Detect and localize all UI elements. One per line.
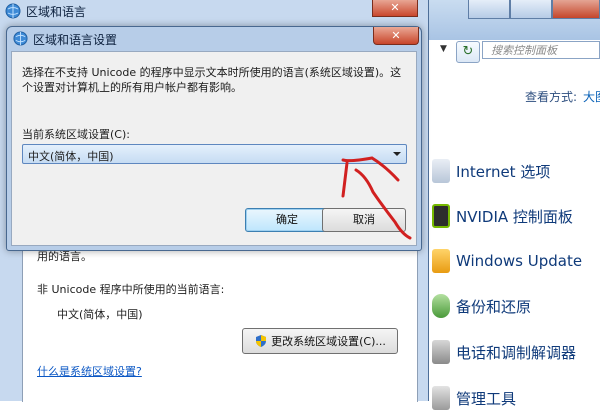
cp-item-label: 电话和调制解调器 <box>456 343 577 362</box>
ok-button[interactable]: 确定 <box>245 208 329 232</box>
cancel-button[interactable]: 取消 <box>322 208 406 232</box>
change-locale-label: 更改系统区域设置(C)... <box>271 335 386 348</box>
nvidia-icon <box>432 204 450 228</box>
locale-close-button[interactable]: ✕ <box>373 27 419 45</box>
view-by[interactable]: 查看方式: 大图 <box>525 88 600 105</box>
minimize-button[interactable] <box>468 0 510 19</box>
control-panel-window-controls <box>468 0 600 22</box>
system-locale-value: 中文(简体，中国) <box>28 150 114 163</box>
maximize-button[interactable] <box>510 0 552 19</box>
locale-dialog-title: 区域和语言设置 <box>33 33 118 47</box>
backup-icon <box>432 294 450 318</box>
control-panel-navbar: ▼ ↻ 搜索控制面板 <box>438 40 600 63</box>
current-locale-label: 当前系统区域设置(C): <box>22 128 130 141</box>
refresh-button[interactable]: ↻ <box>456 41 480 63</box>
what-is-system-locale-link[interactable]: 什么是系统区域设置? <box>37 363 142 379</box>
change-system-locale-button[interactable]: 更改系统区域设置(C)... <box>242 328 398 354</box>
system-locale-dropdown[interactable]: 中文(简体，中国) <box>22 144 407 164</box>
locale-dialog-body: 选择在不支持 Unicode 的程序中显示文本时所使用的语言(系统区域设置)。这… <box>11 51 417 246</box>
admin-tools-icon <box>432 386 450 410</box>
cp-item-nvidia[interactable]: NVIDIA 控制面板 <box>432 202 573 230</box>
cp-item-admin-tools[interactable]: 管理工具 <box>432 384 516 412</box>
internet-options-icon <box>432 159 450 183</box>
cp-item-label: 管理工具 <box>456 389 517 408</box>
cp-item-label: NVIDIA 控制面板 <box>456 207 573 226</box>
cp-item-label: Internet 选项 <box>456 162 551 181</box>
nonunicode-language-value: 中文(简体，中国) <box>57 308 143 321</box>
windows-update-icon <box>432 249 450 273</box>
uac-shield-icon <box>256 335 267 347</box>
locale-description: 选择在不支持 Unicode 的程序中显示文本时所使用的语言(系统区域设置)。这… <box>22 66 402 94</box>
refresh-icon: ↻ <box>462 44 474 59</box>
region-dialog-title: 区域和语言 <box>26 5 87 19</box>
cp-item-windows-update[interactable]: Windows Update <box>432 247 582 275</box>
cp-item-label: Windows Update <box>456 252 583 270</box>
phone-modem-icon <box>432 340 450 364</box>
region-admin-panel: 用的语言。 非 Unicode 程序中所使用的当前语言: 中文(简体，中国) 更… <box>22 235 418 402</box>
globe-icon <box>13 31 28 46</box>
chevron-down-icon <box>393 152 401 156</box>
cp-item-label: 备份和还原 <box>456 297 532 316</box>
view-by-label: 查看方式: <box>525 90 578 104</box>
cp-item-backup[interactable]: 备份和还原 <box>432 292 531 320</box>
region-close-button[interactable]: ✕ <box>372 0 418 17</box>
nonunicode-language-label: 非 Unicode 程序中所使用的当前语言: <box>37 283 225 296</box>
cp-item-internet-options[interactable]: Internet 选项 <box>432 157 550 185</box>
close-button[interactable] <box>552 0 600 19</box>
region-language-settings-dialog: 区域和语言设置 ✕ 选择在不支持 Unicode 的程序中显示文本时所使用的语言… <box>6 26 422 251</box>
history-dropdown-icon[interactable]: ▼ <box>440 44 454 58</box>
cp-item-phone-modem[interactable]: 电话和调制解调器 <box>432 338 576 366</box>
view-by-value[interactable]: 大图 <box>583 90 600 104</box>
globe-icon <box>5 3 21 19</box>
search-input[interactable]: 搜索控制面板 <box>482 41 600 59</box>
